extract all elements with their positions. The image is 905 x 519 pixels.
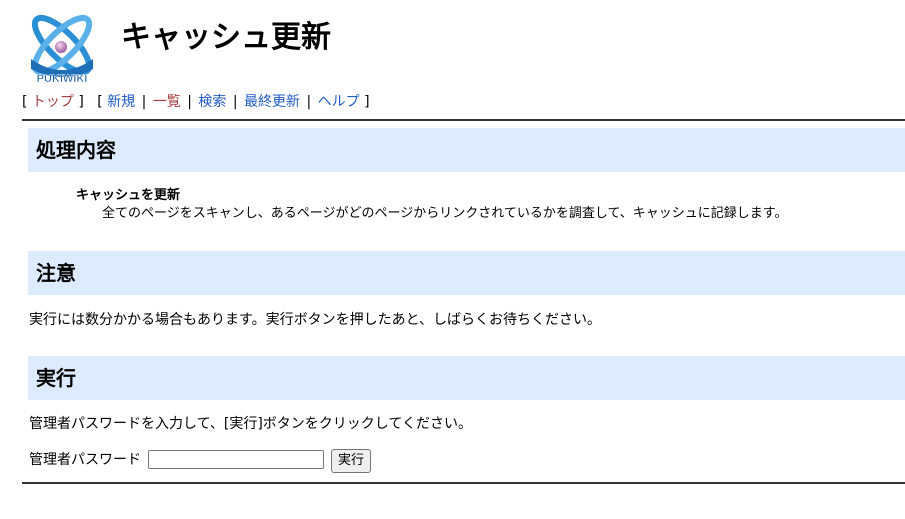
- nav-link-search[interactable]: 検索: [198, 94, 226, 110]
- navigation-bar: [ トップ ] [ 新規 | 一覧 | 検索 | 最終更新 | ヘルプ ]: [22, 92, 370, 112]
- definition-term: キャッシュを更新: [76, 188, 181, 203]
- top-divider: [22, 119, 905, 121]
- nav-link-list[interactable]: 一覧: [153, 94, 181, 110]
- admin-password-input[interactable]: [148, 450, 324, 469]
- svg-text:PUKIWIKI: PUKIWIKI: [37, 73, 88, 85]
- execute-instruction: 管理者パスワードを入力して、[実行]ボタンをクリックしてください。: [29, 416, 472, 432]
- nav-separator: |: [187, 94, 192, 110]
- nav-link-new[interactable]: 新規: [107, 94, 135, 110]
- pukiwiki-logo[interactable]: PUKIWIKI: [23, 7, 101, 85]
- nav-bracket: ]: [78, 94, 84, 110]
- nav-separator: |: [306, 94, 312, 110]
- execute-button[interactable]: 実行: [331, 449, 372, 473]
- nav-link-recent-changes[interactable]: 最終更新: [244, 94, 300, 110]
- nav-bracket: [: [22, 94, 28, 110]
- nav-bracket: [: [97, 94, 103, 110]
- page-title: キャッシュ更新: [121, 20, 331, 55]
- bottom-divider: [22, 482, 905, 484]
- section-heading-notice: 注意: [28, 251, 905, 295]
- nav-link-help[interactable]: ヘルプ: [318, 94, 360, 110]
- nav-separator: |: [232, 94, 238, 110]
- nav-bracket: ]: [364, 94, 370, 110]
- password-label: 管理者パスワード: [29, 452, 141, 468]
- nav-link-top[interactable]: トップ: [32, 94, 74, 110]
- section-heading-processing: 処理内容: [28, 128, 905, 172]
- section-heading-execute: 実行: [28, 356, 905, 400]
- definition-description: 全てのページをスキャンし、あるページがどのページからリンクされているかを調査して…: [102, 206, 788, 221]
- notice-text: 実行には数分かかる場合もあります。実行ボタンを押したあと、しばらくお待ちください…: [29, 312, 602, 328]
- nav-separator: |: [141, 94, 147, 110]
